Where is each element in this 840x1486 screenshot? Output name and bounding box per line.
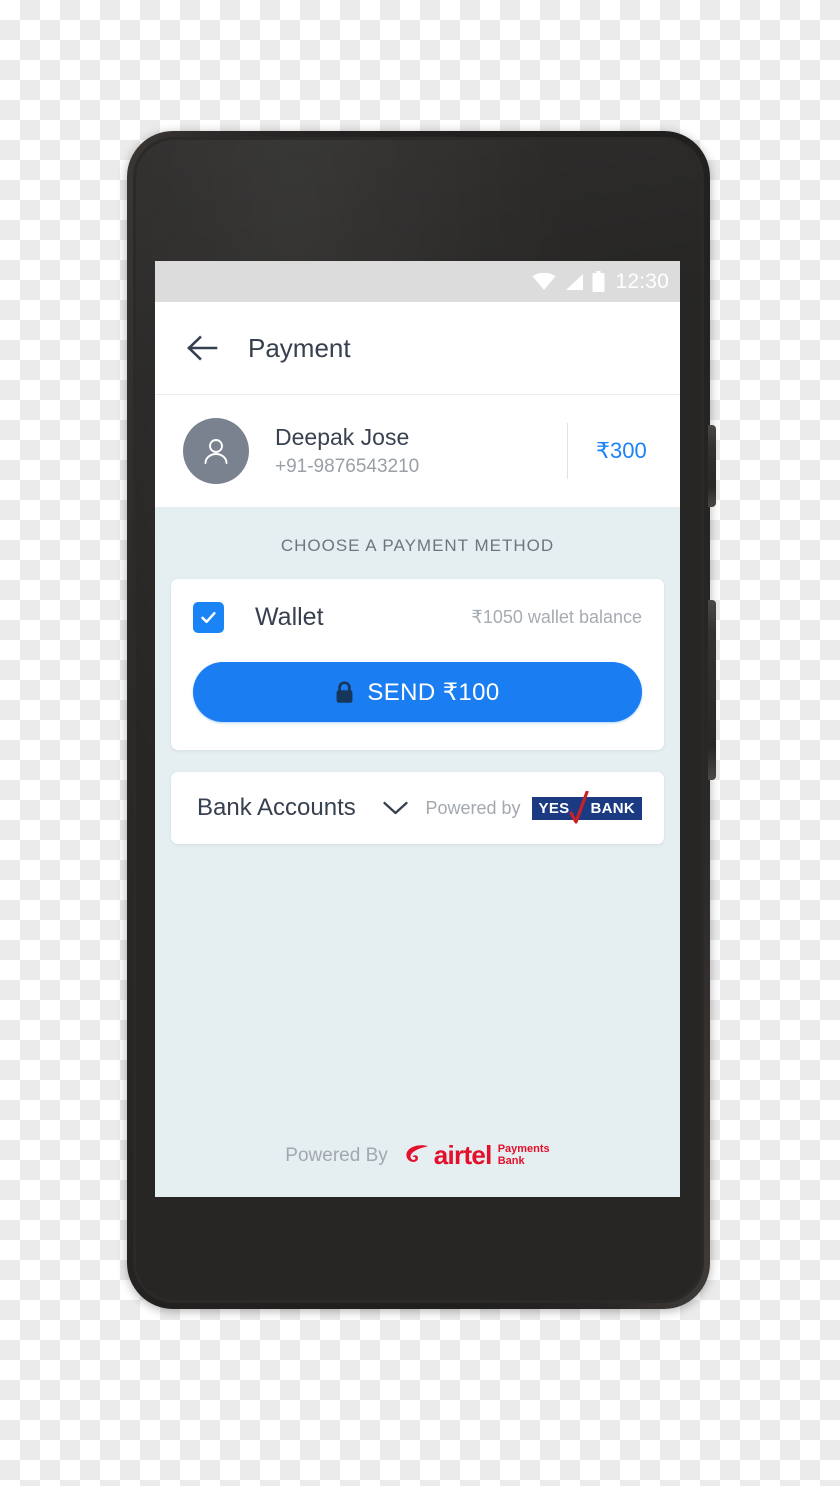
airtel-swirl-icon <box>406 1145 428 1162</box>
lock-icon <box>335 680 354 704</box>
app-bar: Payment <box>155 302 680 395</box>
payee-divider <box>567 423 568 479</box>
wallet-card: Wallet ₹1050 wallet balance SEND ₹100 <box>171 579 664 750</box>
send-button[interactable]: SEND ₹100 <box>193 662 642 722</box>
footer-powered-by-label: Powered By <box>285 1144 388 1166</box>
person-avatar-icon <box>204 439 228 464</box>
volume-rocker-button[interactable] <box>708 600 716 780</box>
yes-bank-slash-icon <box>568 790 589 824</box>
wifi-icon <box>532 272 556 290</box>
airtel-wordmark: airtel <box>433 1140 493 1170</box>
payee-name: Deepak Jose <box>275 424 410 451</box>
yes-bank-yes-text: YES <box>538 799 570 817</box>
yes-bank-bank-text: BANK <box>590 799 635 817</box>
page-title: Payment <box>248 332 351 363</box>
bank-powered-by-group: Powered by YES BANK <box>425 790 642 824</box>
chevron-down-icon[interactable] <box>382 800 409 816</box>
battery-icon <box>592 271 605 292</box>
send-button-label: SEND ₹100 <box>367 678 500 706</box>
wallet-row[interactable]: Wallet ₹1050 wallet balance <box>193 598 642 639</box>
cellular-signal-icon <box>566 273 584 290</box>
wallet-checkbox[interactable] <box>193 602 224 633</box>
payee-amount: ₹300 <box>596 438 647 463</box>
wallet-balance: ₹1050 wallet balance <box>471 607 642 627</box>
wallet-label: Wallet <box>255 603 324 631</box>
power-button[interactable] <box>708 425 716 507</box>
payee-details: Deepak Jose +91-9876543210 <box>275 423 567 479</box>
airtel-payments-bank-logo: airtel Payments Bank <box>404 1140 550 1171</box>
bank-powered-by-label: Powered by <box>425 797 521 818</box>
airtel-sub-line-2: Bank <box>497 1154 525 1167</box>
yes-bank-logo: YES BANK <box>531 790 642 824</box>
payment-method-heading: CHOOSE A PAYMENT METHOD <box>280 536 555 555</box>
checkbox-checked-icon <box>201 611 216 624</box>
airtel-payments-bank-sublabel: Payments Bank <box>497 1142 550 1168</box>
status-bar-clock: 12:30 <box>615 269 669 293</box>
bank-accounts-title: Bank Accounts <box>197 794 356 821</box>
payee-row[interactable]: Deepak Jose +91-9876543210 ₹300 <box>155 395 680 507</box>
airtel-sub-line-1: Payments <box>497 1142 550 1155</box>
back-arrow-icon[interactable] <box>186 331 220 365</box>
bank-accounts-card[interactable]: Bank Accounts Powered by YES BANK <box>171 772 664 844</box>
status-bar: 12:30 <box>155 261 680 302</box>
avatar <box>183 418 249 484</box>
phone-screen: 12:30 Payment Deepak Jose +91-9876543210… <box>155 261 680 1197</box>
status-bar-icons <box>532 271 605 292</box>
payee-phone: +91-9876543210 <box>275 456 420 477</box>
footer-branding: Powered By airtel Payments Bank <box>155 1140 680 1171</box>
